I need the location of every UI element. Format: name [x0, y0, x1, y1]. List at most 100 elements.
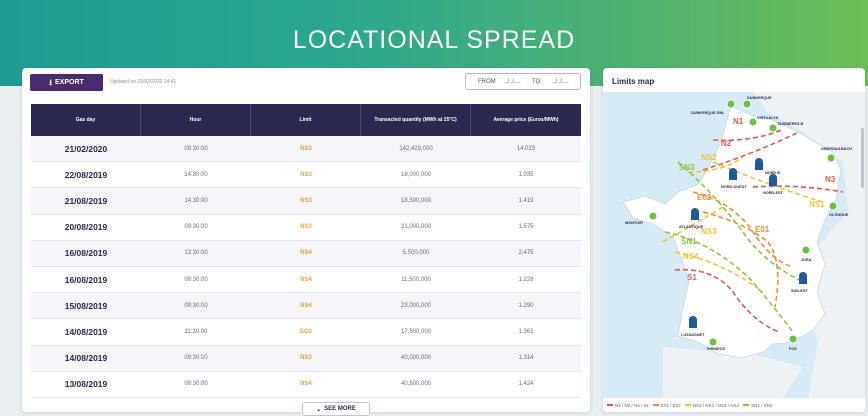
- label-sn3: SN3: [679, 163, 695, 172]
- legend-item: N1 / N2 / N3 / S1: [607, 403, 649, 408]
- table-row[interactable]: 14/08/2019 11:30:00 EO2 17,500,000 1.362: [31, 319, 581, 346]
- cell-price: 1.228: [518, 276, 534, 283]
- table-row[interactable]: 21/08/2019 14:30:00 NS3 18,500,000 1.419: [31, 188, 581, 215]
- table-row[interactable]: 22/08/2019 14:30:00 NS3 18,000,000 1.035: [31, 162, 581, 189]
- date-range-filter[interactable]: FROM ../../.... TO ../../....: [465, 73, 581, 90]
- legend-item: E01 / E02: [653, 403, 681, 408]
- see-more-label: SEE MORE: [324, 406, 356, 412]
- point-jura[interactable]: [801, 245, 811, 255]
- label-n3: N3: [825, 175, 836, 184]
- point-pirineos[interactable]: [708, 337, 718, 347]
- cell-price: 1.419: [518, 197, 534, 204]
- cell-limit: NS3: [300, 145, 312, 152]
- table-row[interactable]: 13/08/2019 09:30:00 NS4 40,500,000 1.424: [31, 372, 581, 398]
- cell-gas-day: 13/08/2019: [64, 379, 108, 390]
- from-date-input[interactable]: ../../....: [504, 79, 521, 85]
- cell-price: 1.362: [518, 328, 534, 335]
- place-montoir: MONTOIR: [625, 221, 643, 225]
- place-oltingue: OLTINGUE: [829, 213, 849, 217]
- column-header-hour[interactable]: Hour: [141, 104, 251, 136]
- point-oltingue[interactable]: [828, 201, 838, 211]
- table-row[interactable]: 21/02/2020 09:30:00 NS3 142,429,000 14.029: [31, 136, 581, 163]
- map-title: Limits map: [612, 77, 655, 86]
- column-header-price[interactable]: Average price (Euros/MWh): [471, 104, 581, 136]
- cell-hour: 09:30:00: [184, 381, 208, 388]
- scrollbar[interactable]: [861, 128, 864, 188]
- label-ns3: NS3: [701, 227, 717, 236]
- label-ns1: NS1: [809, 200, 825, 209]
- cell-gas-day: 14/08/2019: [64, 326, 108, 337]
- cell-gas-day: 20/08/2019: [64, 222, 108, 233]
- cell-price: 1.314: [518, 355, 534, 362]
- legend-label: E01 / E02: [661, 402, 681, 408]
- to-date-input[interactable]: ../../....: [552, 79, 569, 85]
- place-atlantique: ATLANTIQUE: [679, 225, 704, 229]
- label-ns2: NS2: [701, 153, 717, 162]
- download-icon: ⭳: [49, 77, 52, 87]
- legend-label: SN1 / SN3: [751, 402, 773, 408]
- cell-quantity: 5,500,000: [402, 250, 430, 257]
- cell-gas-day: 22/08/2019: [64, 169, 108, 180]
- table-row[interactable]: 20/08/2019 09:30:00 NS3 31,000,000 1.575: [31, 215, 581, 241]
- point-montoir[interactable]: [648, 211, 658, 221]
- cell-limit: NS4: [300, 381, 312, 388]
- place-dunkerque-gnl: DUNKERQUE GNL: [691, 111, 725, 115]
- place-lussagnet: LUSSAGNET: [681, 333, 705, 337]
- cell-hour: 09:30:00: [184, 355, 208, 362]
- table-row[interactable]: 15/08/2019 09:30:00 NS4 23,000,000 1.290: [31, 293, 581, 320]
- cell-price: 1.035: [518, 171, 534, 178]
- cell-hour: 11:30:00: [184, 328, 208, 335]
- label-e02: E02: [697, 193, 712, 202]
- cell-price: 1.290: [518, 302, 534, 309]
- label-sn1: SN1: [681, 237, 697, 246]
- place-nord-ouest: NORD-OUEST: [721, 185, 747, 189]
- cell-limit: EO2: [299, 328, 312, 335]
- legend-swatch: [653, 404, 660, 406]
- cell-price: 14.029: [516, 145, 536, 152]
- cell-limit: NS4: [300, 276, 312, 283]
- cell-hour: 09:30:00: [184, 302, 208, 309]
- column-header-quantity[interactable]: Transacted quantity (MWh at 25°C): [361, 104, 471, 136]
- station-nord-ouest-icon: [729, 168, 737, 180]
- cell-price: 2.475: [518, 250, 534, 257]
- cell-limit: NS3: [300, 355, 312, 362]
- cell-hour: 09:30:00: [184, 276, 208, 283]
- place-fos: FOS: [789, 347, 797, 351]
- table-row[interactable]: 14/08/2019 09:30:00 NS3 40,000,000 1.314: [31, 345, 581, 372]
- cell-quantity: 40,000,000: [400, 355, 432, 362]
- label-ns4: NS4: [683, 252, 699, 261]
- legend-swatch: [743, 404, 750, 406]
- cell-gas-day: 21/08/2019: [64, 195, 108, 206]
- label-s1: S1: [687, 273, 697, 282]
- label-n1: N1: [733, 117, 744, 126]
- place-taisnieres: TAISNIÈRES B: [777, 121, 804, 126]
- table-row[interactable]: 16/08/2019 13:30:00 NS4 5,500,000 2.475: [31, 240, 581, 267]
- point-virtualys[interactable]: [748, 117, 758, 127]
- see-more-button[interactable]: ⌄ SEE MORE: [302, 402, 370, 416]
- cell-hour: 14:30:00: [184, 197, 208, 204]
- column-header-gas-day[interactable]: Gas day: [31, 104, 141, 136]
- station-atlantique-icon: [691, 208, 699, 220]
- point-dunkerque[interactable]: [742, 99, 752, 109]
- table-row[interactable]: 16/08/2019 09:30:00 NS4 11,500,000 1.228: [31, 267, 581, 294]
- point-dunkerque-gnl[interactable]: [726, 99, 736, 109]
- cell-gas-day: 21/02/2020: [64, 143, 108, 154]
- france-limits-map: N1 N2 N3 NS1 NS2 NS3 NS4 SN3 SN1 S1 E01 …: [603, 92, 865, 398]
- legend-item: NS1 / NS2 / NS3 / NS4: [684, 403, 739, 408]
- cell-limit: NS4: [300, 250, 312, 257]
- cell-hour: 13:30:00: [184, 250, 208, 257]
- table-body: 21/02/2020 09:30:00 NS3 142,429,000 14.029 22…: [31, 136, 581, 398]
- legend-swatch: [607, 404, 613, 406]
- point-fos[interactable]: [788, 334, 798, 344]
- point-taisnieres[interactable]: [768, 123, 778, 133]
- cell-gas-day: 14/08/2019: [64, 353, 108, 364]
- place-nord-b: NORD B: [765, 171, 780, 175]
- point-obergailbach[interactable]: [826, 153, 836, 163]
- cell-quantity: 11,500,000: [401, 276, 431, 283]
- limits-map-card: Limits map N1 N2 N3 NS1 NS2 NS3 NS4 SN3 …: [603, 68, 865, 412]
- cell-price: 1.575: [518, 224, 534, 231]
- place-sud-est: SUD-EST: [791, 289, 808, 293]
- column-header-limit[interactable]: Limit: [251, 104, 361, 136]
- cell-limit: NS3: [300, 224, 312, 231]
- export-button[interactable]: ⭳ EXPORT: [30, 74, 103, 91]
